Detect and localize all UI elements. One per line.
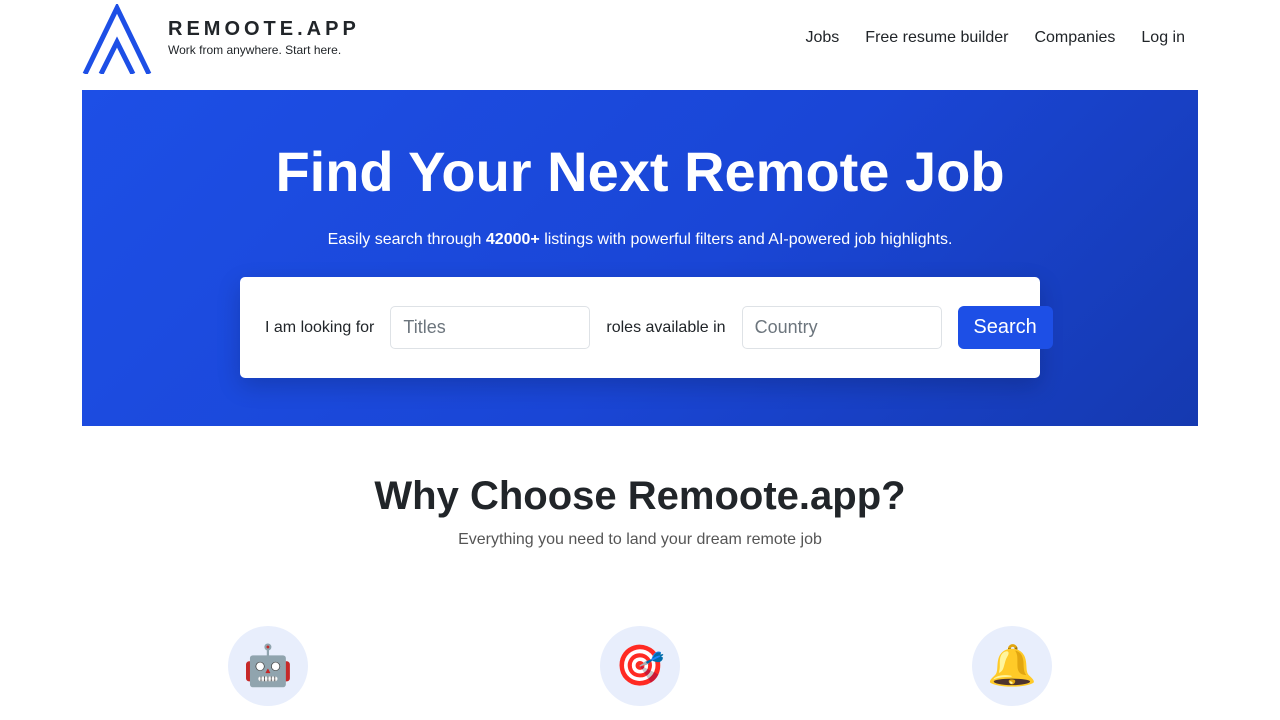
hero-banner: Find Your Next Remote Job Easily search … <box>82 90 1198 426</box>
hero-subtitle: Easily search through 42000+ listings wi… <box>82 230 1198 250</box>
robot-icon: 🤖 <box>228 626 308 706</box>
main-nav: Jobs Free resume builder Companies Log i… <box>793 28 1199 48</box>
looking-for-label: I am looking for <box>265 318 375 336</box>
brand-tagline: Work from anywhere. Start here. <box>168 43 342 57</box>
hero-subtitle-before: Easily search through <box>327 231 486 248</box>
remoote-logo-icon <box>82 4 152 74</box>
search-card: I am looking for roles available in Sear… <box>240 277 1053 378</box>
nav-login-link[interactable]: Log in <box>1128 28 1198 48</box>
country-input[interactable] <box>741 306 942 349</box>
titles-input[interactable] <box>390 306 591 349</box>
hero-subtitle-after: listings with powerful filters and AI-po… <box>539 231 953 248</box>
target-icon: 🎯 <box>600 626 680 706</box>
site-header: REMOOTE.APP Work from anywhere. Start he… <box>0 0 1280 90</box>
nav-jobs-link[interactable]: Jobs <box>793 28 853 48</box>
bell-icon: 🔔 <box>972 626 1052 706</box>
brand-name: REMOOTE.APP <box>168 18 360 40</box>
listing-count: 42000+ <box>485 231 540 248</box>
nav-companies-link[interactable]: Companies <box>1021 28 1128 48</box>
brand-home-link[interactable]: REMOOTE.APP Work from anywhere. Start he… <box>82 4 360 74</box>
nav-resume-builder-link[interactable]: Free resume builder <box>852 28 1021 48</box>
brand-text: REMOOTE.APP Work from anywhere. Start he… <box>168 18 360 58</box>
why-choose-section: Why Choose Remoote.app? Everything you n… <box>0 470 1280 550</box>
why-title: Why Choose Remoote.app? <box>374 474 906 518</box>
why-subtitle: Everything you need to land your dream r… <box>458 531 822 548</box>
roles-available-label: roles available in <box>606 318 726 336</box>
job-search-form: I am looking for roles available in Sear… <box>265 306 1053 349</box>
search-button[interactable]: Search <box>957 306 1053 349</box>
hero-title: Find Your Next Remote Job <box>275 140 1005 203</box>
